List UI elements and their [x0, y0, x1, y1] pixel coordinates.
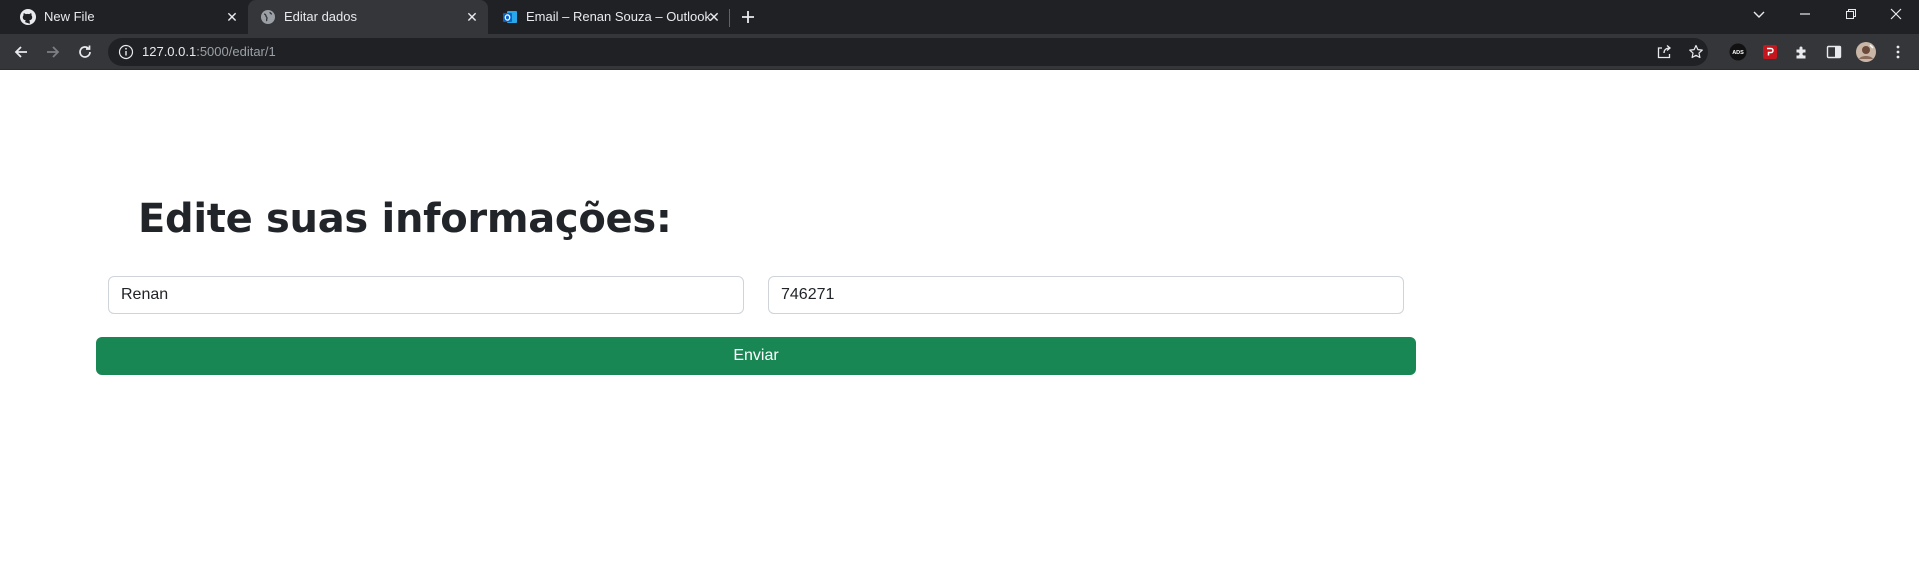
github-icon [20, 9, 36, 25]
share-icon[interactable] [1656, 44, 1672, 60]
close-window-button[interactable] [1873, 0, 1919, 28]
reload-button[interactable] [71, 38, 99, 66]
name-field[interactable] [108, 276, 744, 314]
tab-outlook[interactable]: Email – Renan Souza – Outlook ✕ [490, 0, 730, 34]
close-tab-icon[interactable]: ✕ [224, 9, 240, 25]
info-icon[interactable] [118, 44, 134, 60]
page-title: Edite suas informações: [138, 196, 672, 242]
url-text[interactable]: 127.0.0.1:5000/editar/1 [142, 44, 276, 60]
minimize-button[interactable] [1782, 0, 1828, 28]
outlook-icon [502, 9, 518, 25]
profile-avatar[interactable] [1852, 38, 1880, 66]
plus-icon [742, 11, 754, 23]
url-host: 127.0.0.1 [142, 44, 197, 59]
address-bar[interactable]: 127.0.0.1:5000/editar/1 [108, 38, 1708, 66]
tab-title: Editar dados [284, 9, 357, 24]
chevron-down-icon [1753, 11, 1765, 18]
tab-title: New File [44, 9, 95, 24]
pdf-extension-icon[interactable] [1756, 38, 1784, 66]
browser-toolbar: 127.0.0.1:5000/editar/1 ADS [0, 34, 1919, 70]
submit-button[interactable]: Enviar [96, 337, 1416, 375]
tab-separator [729, 9, 730, 27]
restore-button[interactable] [1828, 0, 1874, 28]
forward-button[interactable] [39, 38, 67, 66]
browser-menu-button[interactable] [1884, 38, 1912, 66]
close-icon [1890, 8, 1902, 20]
star-icon[interactable] [1688, 44, 1704, 60]
globe-icon [260, 9, 276, 25]
back-button[interactable] [7, 38, 35, 66]
number-field[interactable] [768, 276, 1404, 314]
restore-icon [1846, 9, 1856, 19]
tab-search-button[interactable] [1736, 0, 1782, 28]
tab-title: Email – Renan Souza – Outlook [526, 9, 711, 24]
arrow-left-icon [14, 46, 27, 58]
close-tab-icon[interactable]: ✕ [706, 9, 722, 25]
minimize-icon [1800, 13, 1810, 15]
close-tab-icon[interactable]: ✕ [464, 9, 480, 25]
new-tab-button[interactable] [736, 5, 760, 29]
url-path: :5000/editar/1 [196, 44, 276, 59]
tab-new-file[interactable]: New File ✕ [8, 0, 248, 34]
side-panel-icon[interactable] [1820, 38, 1848, 66]
arrow-right-icon [47, 46, 60, 58]
reload-icon [79, 45, 91, 58]
page-content: Edite suas informações: Enviar [0, 70, 1919, 567]
tab-editar-dados[interactable]: Editar dados ✕ [248, 0, 488, 34]
ads-extension-icon[interactable]: ADS [1724, 38, 1752, 66]
puzzle-icon[interactable] [1788, 38, 1816, 66]
browser-tabstrip: New File ✕ Editar dados ✕ Email – Renan … [0, 0, 1919, 34]
kebab-menu-icon [1896, 45, 1900, 59]
svg-text:ADS: ADS [1732, 50, 1744, 56]
